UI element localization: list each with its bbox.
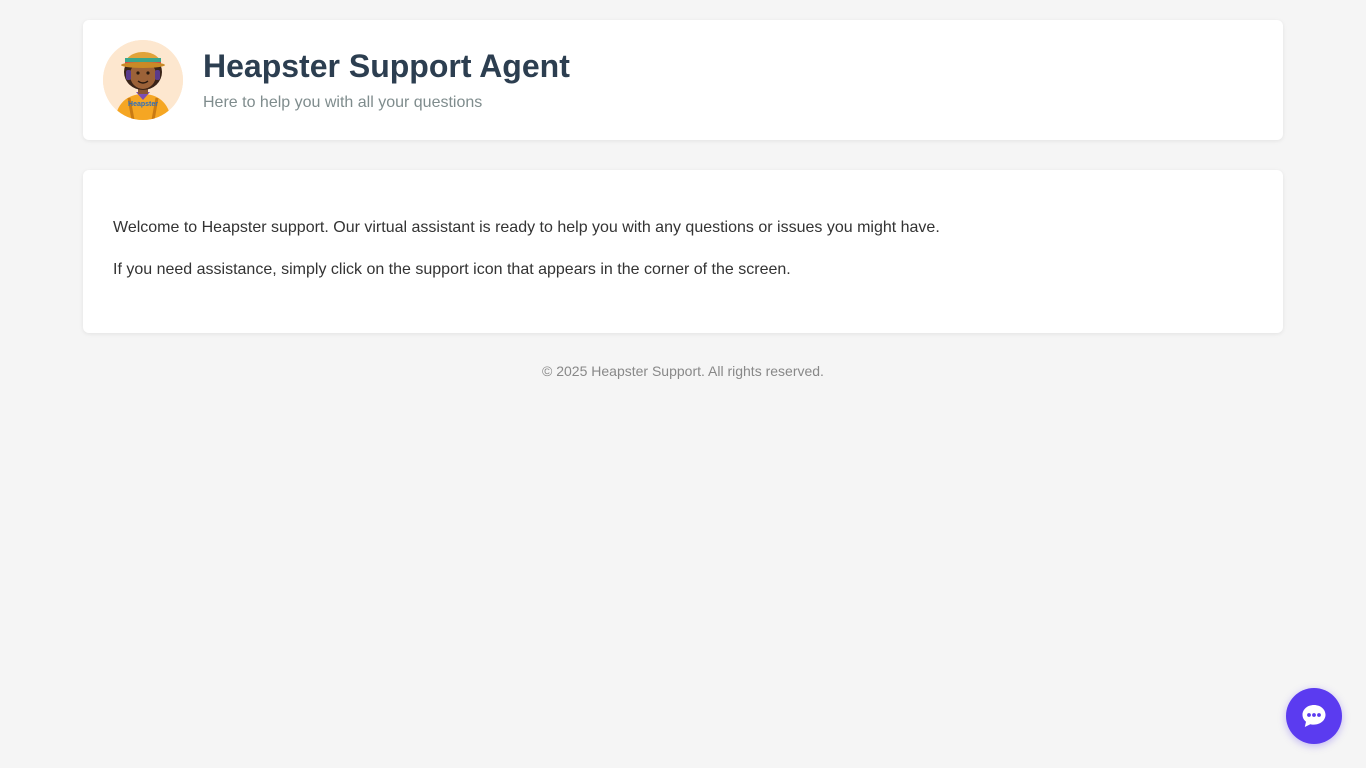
page: Heapster Heapster Support Agent Here to … bbox=[0, 0, 1366, 768]
page-subtitle: Here to help you with all your questions bbox=[203, 94, 483, 111]
welcome-paragraph: Welcome to Heapster support. Our virtual… bbox=[113, 219, 940, 236]
footer-copyright: © 2025 Heapster Support. All rights rese… bbox=[542, 363, 824, 379]
content-card: Welcome to Heapster support. Our virtual… bbox=[83, 170, 1283, 333]
instructions-paragraph: If you need assistance, simply click on … bbox=[113, 261, 791, 278]
chat-bubble-icon bbox=[1302, 705, 1326, 727]
support-agent-avatar-icon: Heapster bbox=[103, 40, 183, 120]
chat-support-button[interactable] bbox=[1286, 688, 1342, 744]
avatar: Heapster bbox=[103, 40, 183, 120]
header-card: Heapster Heapster Support Agent Here to … bbox=[83, 20, 1283, 140]
svg-text:Heapster: Heapster bbox=[128, 101, 158, 108]
page-title: Heapster Support Agent bbox=[203, 48, 570, 84]
